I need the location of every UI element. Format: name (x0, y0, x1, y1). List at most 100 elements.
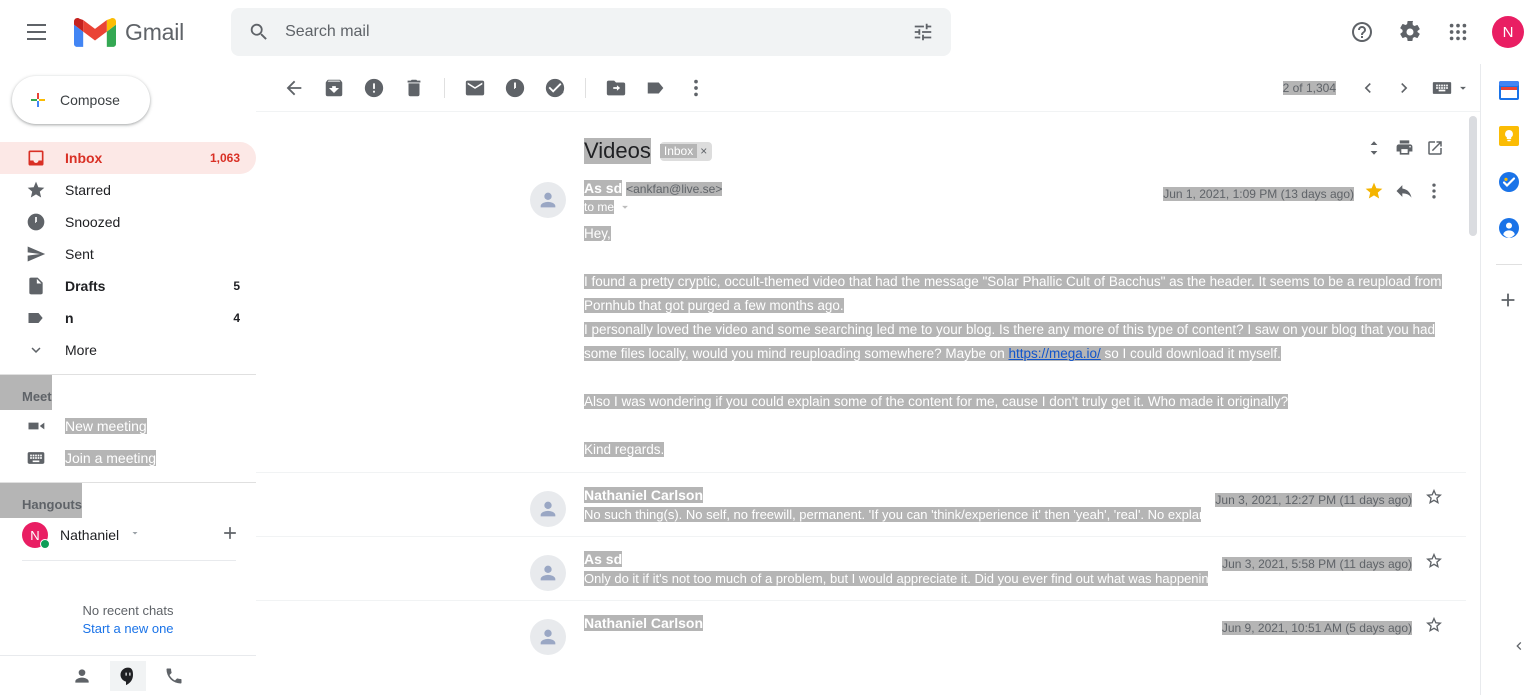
avatar (530, 182, 566, 219)
new-conversation-button[interactable] (220, 523, 240, 548)
mega-link[interactable]: https://mega.io/ (1008, 346, 1101, 362)
star-icon[interactable] (1364, 181, 1384, 206)
more-vertical-icon[interactable] (676, 68, 716, 108)
message-sender-block: As sd <ankfan@live.se> to me (584, 180, 723, 215)
sender-email: <ankfan@live.se> (626, 182, 723, 197)
message-date: Jun 9, 2021, 10:51 AM (5 days ago) (1221, 620, 1412, 635)
open-in-new-window-icon[interactable] (1426, 139, 1444, 162)
sidebar-item-label: Starred (65, 182, 111, 198)
vertical-scrollbar[interactable] (1466, 112, 1480, 695)
trash-icon[interactable] (394, 68, 434, 108)
reply-icon[interactable] (1394, 181, 1414, 206)
chevron-down-icon[interactable] (129, 526, 141, 544)
tasks-icon[interactable] (1497, 170, 1521, 194)
sidebar-item-label-n[interactable]: n 4 (0, 302, 256, 334)
chevron-left-icon[interactable] (1350, 70, 1386, 106)
chevron-right-icon[interactable] (1386, 70, 1422, 106)
chevron-down-icon[interactable] (618, 200, 632, 214)
message-collapsed[interactable]: As sd Only do it if it's not too much of… (256, 536, 1480, 600)
plus-icon[interactable] (1497, 289, 1521, 313)
message-date: Jun 1, 2021, 1:09 PM (13 days ago) (1163, 186, 1354, 201)
keep-icon[interactable] (1497, 124, 1521, 148)
collapsed-message-meta: Jun 3, 2021, 12:27 PM (11 days ago) (1215, 487, 1444, 512)
side-panel (1480, 64, 1536, 695)
add-to-tasks-icon[interactable] (535, 68, 575, 108)
sidebar-item-drafts[interactable]: Drafts 5 (0, 270, 256, 302)
body-paragraph-1: I found a pretty cryptic, occult-themed … (584, 274, 1442, 314)
message-snippet: No such thing(s). No self, no freewill, … (584, 507, 1202, 523)
toolbar-divider-2 (585, 77, 586, 98)
sidebar-item-inbox[interactable]: Inbox 1,063 (0, 142, 256, 174)
hangouts-tab-bar (0, 655, 256, 695)
hangouts-icon[interactable] (110, 660, 146, 691)
main-menu-button[interactable] (12, 8, 60, 56)
contacts-icon[interactable] (1497, 216, 1521, 240)
gear-icon[interactable] (1388, 10, 1432, 54)
hangouts-empty-state: No recent chats Start a new one (0, 603, 256, 636)
person-icon (540, 630, 556, 645)
main-content: 2 of 1,304 Videos Inbox × As sd <ankfan@… (256, 64, 1480, 695)
caret-down-icon (1460, 86, 1466, 90)
star-icon[interactable] (1424, 615, 1444, 640)
chevron-left-icon[interactable] (1508, 635, 1530, 657)
message-date: Jun 3, 2021, 5:58 PM (11 days ago) (1222, 556, 1412, 571)
recipient-line[interactable]: to me (584, 200, 722, 215)
gmail-logo-link[interactable]: Gmail (74, 16, 184, 48)
compose-button[interactable]: Compose (12, 76, 150, 124)
person-icon (540, 566, 556, 581)
apps-grid-icon[interactable] (1436, 10, 1480, 54)
body-paragraph-3: Also I was wondering if you could explai… (584, 394, 1289, 410)
mark-unread-icon[interactable] (455, 68, 495, 108)
sidebar-item-label: Sent (65, 246, 94, 262)
hangouts-user-name: Nathaniel (60, 527, 120, 543)
sidebar-item-more[interactable]: More (0, 334, 256, 366)
keyboard-icon (1432, 81, 1452, 94)
sidebar-item-label: More (65, 342, 97, 358)
message-date: Jun 3, 2021, 12:27 PM (11 days ago) (1215, 492, 1412, 507)
back-arrow-icon[interactable] (274, 68, 314, 108)
more-vertical-icon[interactable] (1424, 181, 1444, 206)
print-icon[interactable] (1395, 138, 1414, 162)
join-meeting-button[interactable]: Join a meeting (0, 442, 256, 474)
contacts-icon[interactable] (64, 661, 100, 691)
sidebar-item-snoozed[interactable]: Snoozed (0, 206, 256, 238)
input-tools-button[interactable] (1432, 80, 1470, 96)
calendar-icon[interactable] (1497, 78, 1521, 102)
labels-icon[interactable] (636, 68, 676, 108)
start-new-chat-link[interactable]: Start a new one (0, 621, 256, 636)
keyboard-icon (26, 448, 46, 468)
sidebar-item-sent[interactable]: Sent (0, 238, 256, 270)
collapsed-message-content: Nathaniel Carlson No such thing(s). No s… (584, 487, 1202, 523)
sender-name: Nathaniel Carlson (584, 487, 704, 504)
message-collapsed[interactable]: Nathaniel Carlson No such thing(s). No s… (256, 472, 1480, 536)
rail-divider (1495, 264, 1522, 265)
report-spam-icon[interactable] (354, 68, 394, 108)
expand-all-icon[interactable] (1365, 139, 1383, 162)
search-options-icon[interactable] (903, 12, 943, 52)
phone-icon[interactable] (156, 661, 192, 691)
avatar (530, 491, 566, 528)
snooze-clock-icon[interactable] (495, 68, 535, 108)
search-icon[interactable] (239, 12, 279, 52)
search-input[interactable] (279, 23, 904, 41)
star-icon (26, 180, 46, 200)
help-icon[interactable] (1340, 10, 1384, 54)
body-signoff: Kind regards. (584, 442, 665, 458)
move-to-folder-icon[interactable] (596, 68, 636, 108)
account-avatar[interactable]: N (1492, 16, 1524, 48)
star-icon[interactable] (1424, 551, 1444, 576)
hangouts-user-row[interactable]: N Nathaniel (0, 518, 256, 552)
message-collapsed[interactable]: Nathaniel Carlson Jun 9, 2021, 10:51 AM … (256, 600, 1480, 656)
thread-scroll-area[interactable]: Videos Inbox × As sd <ankfan@live.se> to… (256, 112, 1480, 695)
scrollbar-thumb[interactable] (1469, 116, 1477, 236)
person-icon (540, 193, 556, 208)
close-icon[interactable]: × (700, 144, 707, 158)
sidebar-item-starred[interactable]: Starred (0, 174, 256, 206)
new-meeting-button[interactable]: New meeting (0, 410, 256, 442)
star-icon[interactable] (1424, 487, 1444, 512)
avatar (530, 619, 566, 656)
archive-icon[interactable] (314, 68, 354, 108)
plus-icon (31, 93, 45, 107)
label-chip-inbox[interactable]: Inbox × (659, 141, 713, 161)
search-bar[interactable] (231, 8, 952, 56)
